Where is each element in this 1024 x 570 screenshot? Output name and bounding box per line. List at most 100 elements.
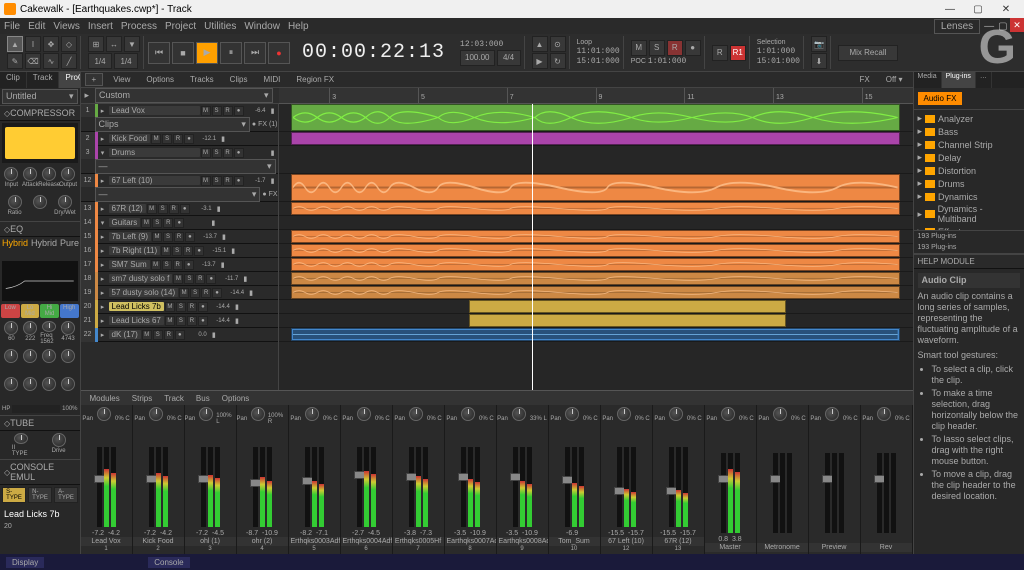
clips-area[interactable] (279, 104, 913, 390)
fx-toggle[interactable]: FX (854, 74, 876, 85)
track-expand-icon[interactable]: ▸ (98, 174, 108, 187)
tv-menu-midi[interactable]: MIDI (257, 74, 286, 85)
sel-end[interactable]: 15:01:000 (757, 57, 800, 66)
track-header[interactable]: 16 ▸ 7b Right (11) MSR● -15.1 ▮ (81, 244, 278, 258)
eq-band-low[interactable]: Low (1, 304, 20, 318)
maximize-button[interactable]: ▢ (964, 1, 992, 17)
input-echo-button[interactable]: ● (180, 204, 190, 214)
solo-button[interactable]: S (176, 302, 186, 312)
audio-engine-button[interactable]: ▶ (532, 53, 548, 69)
fader[interactable] (409, 447, 414, 527)
release-knob[interactable] (42, 167, 56, 181)
menu-file[interactable]: File (4, 21, 20, 32)
input-knob[interactable] (4, 167, 18, 181)
input-echo-button[interactable]: ● (234, 106, 244, 116)
pan-knob[interactable] (97, 407, 111, 421)
eq-low-freq[interactable] (4, 321, 18, 335)
plugin-folder[interactable]: ▸Distortion (916, 164, 1022, 177)
plugin-folder[interactable]: ▸Delay (916, 151, 1022, 164)
eq-band-lomid[interactable]: Lo Mid (21, 304, 40, 318)
draw-tool[interactable]: ✎ (7, 53, 23, 69)
pan-knob[interactable] (617, 407, 631, 421)
solo-button[interactable]: S (162, 134, 172, 144)
eq-high-q[interactable] (61, 377, 75, 391)
tab-clip[interactable]: Clip (0, 72, 27, 88)
track-number[interactable]: 17 (81, 258, 95, 272)
tab-plugins[interactable]: Plug-ins (942, 72, 976, 88)
record-button[interactable]: ● (268, 42, 290, 64)
audio-clip[interactable] (469, 300, 786, 313)
tube-drive-knob[interactable] (52, 433, 66, 447)
input-echo-button[interactable]: ● (198, 302, 208, 312)
track-lane[interactable] (279, 272, 913, 286)
smart-tool[interactable]: ▲ (7, 36, 23, 52)
atype-button[interactable]: A-TYPE (54, 487, 78, 503)
mute-button[interactable]: M (201, 148, 211, 158)
arm-button[interactable]: R (169, 204, 179, 214)
cv-menu-track[interactable]: Track (159, 393, 189, 404)
track-expand-icon[interactable]: ▸ (98, 286, 108, 300)
input-echo-button[interactable]: ● (212, 288, 222, 298)
track-name[interactable]: sm7 dusty solo f (109, 274, 173, 283)
solo-button[interactable]: S (163, 232, 173, 242)
track-name[interactable]: Kick Food (109, 134, 151, 143)
eq-band-himid[interactable]: Hi Mid (40, 304, 59, 318)
grid-size-2[interactable]: 1/4 (114, 53, 138, 69)
eq-himid-gain[interactable] (42, 349, 56, 363)
track-name[interactable]: dK (17) (109, 330, 141, 339)
automation-write[interactable]: R1 (730, 45, 746, 61)
close-button[interactable]: ✕ (992, 1, 1020, 17)
track-number[interactable]: 15 (81, 230, 95, 244)
track-expand-icon[interactable]: ▸ (98, 202, 108, 216)
tv-menu-tracks[interactable]: Tracks (184, 74, 220, 85)
channel-name[interactable]: ohl (1) (185, 537, 236, 546)
input-echo-button[interactable]: ● (194, 246, 204, 256)
audio-clip[interactable] (291, 104, 900, 131)
mute-button[interactable]: M (179, 288, 189, 298)
ffwd-button[interactable]: ⏭ (244, 42, 266, 64)
preset-dropdown[interactable]: Untitled▾ (2, 89, 78, 104)
track-number[interactable]: 20 (81, 300, 95, 314)
ntype-button[interactable]: N-TYPE (28, 487, 52, 503)
clips-dropdown[interactable]: —▾ (95, 187, 261, 202)
track-header[interactable]: 15 ▸ 7b Left (9) MSR● -13.7 ▮ (81, 230, 278, 244)
track-expand-icon[interactable]: ▸ (98, 300, 108, 314)
plugin-folder[interactable]: ▸Bass (916, 125, 1022, 138)
arm-button[interactable]: R (164, 330, 174, 340)
tv-menu-view[interactable]: View (107, 74, 136, 85)
track-header[interactable]: 1 ▸ Lead Vox MSR● -6.4 ▮Clips▾● FX (1) (81, 104, 278, 132)
mute-all[interactable]: M (631, 40, 647, 56)
track-header[interactable]: 17 ▸ SM7 Sum MSR● -13.7 ▮ (81, 258, 278, 272)
fader[interactable] (721, 453, 726, 533)
track-header[interactable]: 19 ▸ 57 dusty solo (14) MSR● -14.4 ▮ (81, 286, 278, 300)
audio-clip[interactable] (291, 272, 900, 285)
snap-toggle[interactable]: ⊞ (88, 36, 104, 52)
arm-button[interactable]: R (187, 316, 197, 326)
minimize-button[interactable]: — (936, 1, 964, 17)
fx-label[interactable]: ● FX (1) (252, 121, 278, 128)
track-expand-icon[interactable]: ▸ (98, 104, 108, 117)
fader[interactable] (669, 447, 674, 527)
tab-track[interactable]: Track (27, 72, 60, 88)
channel-name[interactable]: Erthqks0005Hf (393, 537, 444, 546)
channel-name[interactable]: 67R (12) (653, 537, 704, 546)
pan-knob[interactable] (512, 407, 526, 421)
reset-button[interactable]: ↻ (550, 53, 566, 69)
arm-button[interactable]: R (201, 288, 211, 298)
track-number[interactable]: 21 (81, 314, 95, 328)
playhead[interactable] (532, 104, 533, 390)
eq-himid-freq[interactable] (42, 321, 56, 332)
plugin-folder[interactable]: ▸Analyzer (916, 112, 1022, 125)
track-name[interactable]: SM7 Sum (109, 260, 150, 269)
fader[interactable] (513, 447, 518, 527)
metronome-button[interactable]: ▲ (532, 36, 548, 52)
clips-dropdown[interactable]: —▾ (95, 159, 276, 174)
track-header[interactable]: 18 ▸ sm7 dusty solo f MSR● -11.7 ▮ (81, 272, 278, 286)
measures-display[interactable]: 12:03:000 (460, 40, 520, 49)
audio-clip[interactable] (291, 244, 900, 257)
sel-start[interactable]: 1:01:000 (757, 47, 800, 56)
line-tool[interactable]: ╱ (61, 53, 77, 69)
arm-button[interactable]: R (195, 274, 205, 284)
track-name[interactable]: Lead Licks 7b (109, 302, 164, 311)
eq-low-gain[interactable] (4, 349, 18, 363)
